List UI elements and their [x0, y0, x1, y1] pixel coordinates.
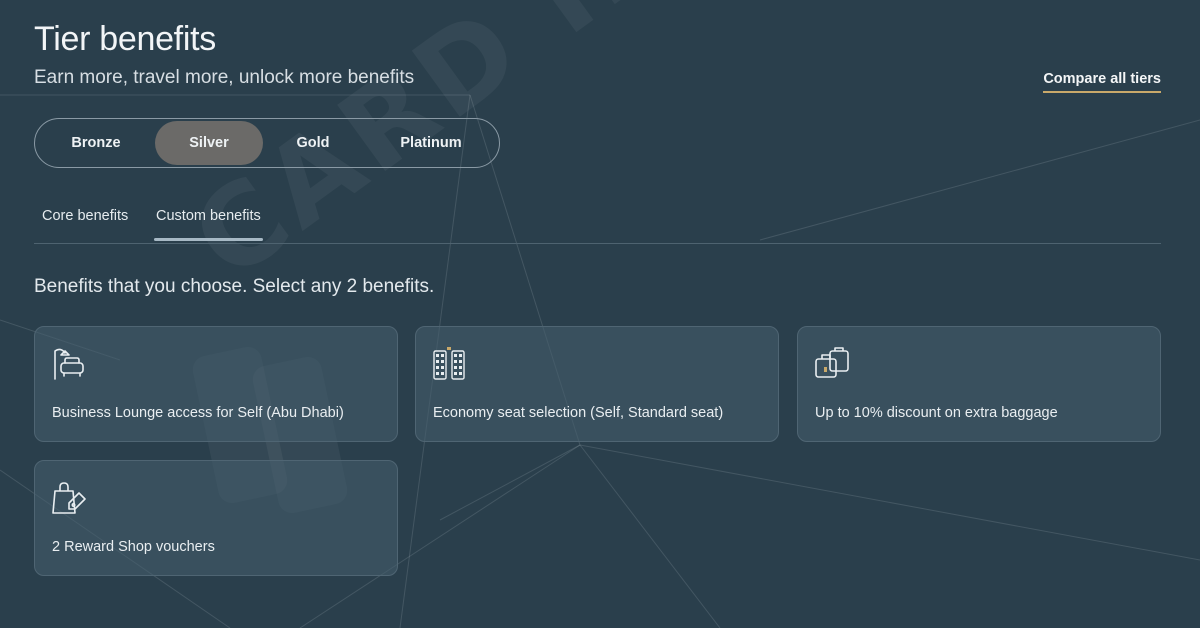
tier-gold-button[interactable]: Gold: [263, 121, 363, 165]
tier-selector: Bronze Silver Gold Platinum: [34, 118, 500, 168]
page-subtitle: Earn more, travel more, unlock more bene…: [34, 67, 415, 88]
seat-map-icon: [433, 347, 465, 380]
benefit-label: Economy seat selection (Self, Standard s…: [433, 405, 724, 421]
tier-silver-button[interactable]: Silver: [155, 121, 263, 165]
baggage-icon: [815, 347, 849, 378]
benefit-label: Business Lounge access for Self (Abu Dha…: [52, 405, 344, 421]
page-title: Tier benefits: [34, 20, 216, 58]
tier-bronze-button[interactable]: Bronze: [41, 121, 151, 165]
shopping-bag-tag-icon: [52, 482, 86, 514]
tab-custom-benefits[interactable]: Custom benefits: [154, 208, 263, 241]
benefit-card-baggage[interactable]: Up to 10% discount on extra baggage: [797, 326, 1161, 442]
benefit-card-reward-vouchers[interactable]: 2 Reward Shop vouchers: [34, 460, 398, 576]
benefit-card-seat-selection[interactable]: Economy seat selection (Self, Standard s…: [415, 326, 779, 442]
benefit-label: 2 Reward Shop vouchers: [52, 539, 215, 555]
benefits-instructions: Benefits that you choose. Select any 2 b…: [34, 276, 435, 297]
tab-core-benefits[interactable]: Core benefits: [40, 208, 130, 239]
lounge-chair-icon: [54, 348, 84, 380]
benefit-card-lounge[interactable]: Business Lounge access for Self (Abu Dha…: [34, 326, 398, 442]
tier-platinum-button[interactable]: Platinum: [375, 121, 487, 165]
benefit-label: Up to 10% discount on extra baggage: [815, 405, 1058, 421]
benefit-type-tabs: Core benefits Custom benefits: [34, 208, 1161, 244]
compare-all-tiers-link[interactable]: Compare all tiers: [1043, 71, 1161, 93]
